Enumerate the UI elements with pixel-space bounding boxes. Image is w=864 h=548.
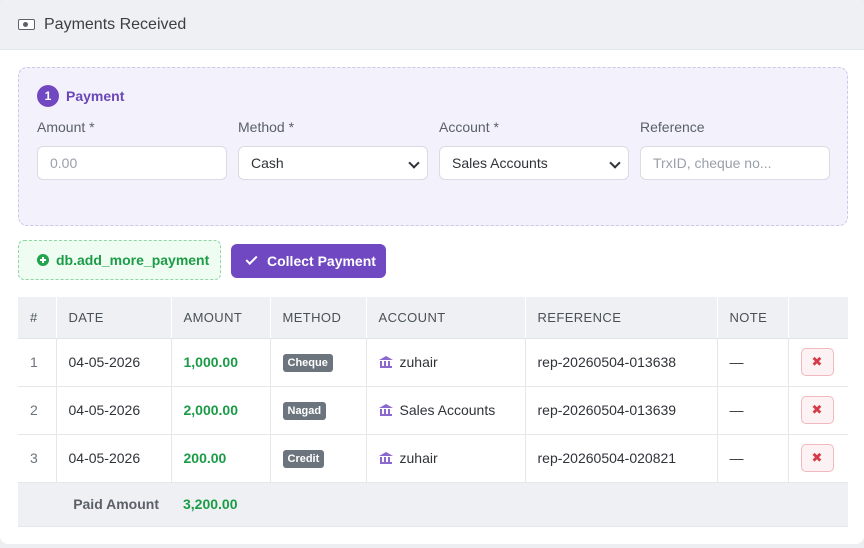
reference-input[interactable]: TrxID, cheque no... [640, 146, 830, 180]
column-header-note: NOTE [717, 297, 789, 339]
check-icon [245, 252, 258, 266]
total-amount: 3,200.00 [171, 482, 270, 527]
table-row: 1 04-05-2026 1,000.00 Cheque zuhair rep-… [18, 338, 848, 387]
table-row: 2 04-05-2026 2,000.00 Nagad Sales Accoun… [18, 386, 848, 435]
account-label: Account * [439, 119, 499, 135]
payments-table: # DATE AMOUNT METHOD ACCOUNT REFERENCE N… [18, 297, 848, 527]
method-select-value: Cash [251, 155, 284, 171]
column-header-amount: AMOUNT [171, 297, 271, 339]
total-spacer [18, 482, 56, 527]
row-date: 04-05-2026 [56, 434, 172, 483]
bank-icon [378, 356, 393, 368]
column-header-method: METHOD [270, 297, 367, 339]
row-note: — [717, 338, 789, 387]
payments-card: Payments Received 1 Payment Amount * 0.0… [0, 0, 864, 544]
row-account-cell: Sales Accounts [366, 386, 526, 435]
step-number-badge: 1 [37, 85, 59, 107]
row-reference: rep-20260504-013638 [525, 338, 718, 387]
chevron-down-icon [408, 157, 420, 169]
row-account: Sales Accounts [399, 402, 496, 418]
row-account-cell: zuhair [366, 434, 526, 483]
row-account: zuhair [399, 450, 438, 466]
column-header-account: ACCOUNT [366, 297, 526, 339]
row-account-cell: zuhair [366, 338, 526, 387]
bank-icon [378, 452, 393, 464]
account-field-group: Account * Sales Accounts [439, 119, 629, 180]
total-filler [270, 482, 848, 527]
page-title: Payments Received [44, 15, 187, 33]
money-icon [18, 19, 35, 30]
total-label: Paid Amount [56, 482, 171, 527]
row-number: 3 [18, 434, 57, 483]
account-select[interactable]: Sales Accounts [439, 146, 629, 180]
method-field-group: Method * Cash [238, 119, 428, 180]
bank-icon [378, 404, 393, 416]
row-amount: 2,000.00 [171, 386, 271, 435]
method-label: Method * [238, 119, 295, 135]
method-badge: Credit [282, 449, 325, 468]
column-header-actions [788, 297, 848, 339]
amount-input[interactable]: 0.00 [37, 146, 227, 180]
total-row: Paid Amount 3,200.00 [18, 482, 848, 527]
row-method-cell: Nagad [270, 386, 367, 435]
add-more-payment-button[interactable]: db.add_more_payment [18, 240, 221, 280]
method-badge: Nagad [282, 401, 327, 420]
reference-field-group: Reference TrxID, cheque no... [640, 119, 830, 180]
row-method-cell: Credit [270, 434, 367, 483]
row-amount: 1,000.00 [171, 338, 271, 387]
row-actions-cell: ✖ [788, 338, 848, 387]
method-badge: Cheque [282, 353, 333, 372]
row-note: — [717, 434, 789, 483]
row-number: 2 [18, 386, 57, 435]
row-reference: rep-20260504-020821 [525, 434, 718, 483]
column-header-reference: REFERENCE [525, 297, 718, 339]
row-date: 04-05-2026 [56, 386, 172, 435]
method-select[interactable]: Cash [238, 146, 428, 180]
reference-label: Reference [640, 119, 705, 135]
row-method-cell: Cheque [270, 338, 367, 387]
step-heading: 1 Payment [37, 85, 124, 107]
collect-payment-button[interactable]: Collect Payment [231, 244, 386, 278]
collect-payment-label: Collect Payment [267, 253, 376, 269]
table-row: 3 04-05-2026 200.00 Credit zuhair rep-20… [18, 434, 848, 483]
row-amount: 200.00 [171, 434, 271, 483]
chevron-down-icon [609, 157, 621, 169]
delete-row-button[interactable]: ✖ [800, 444, 834, 472]
account-select-value: Sales Accounts [452, 155, 548, 171]
table-header-row: # DATE AMOUNT METHOD ACCOUNT REFERENCE N… [18, 297, 848, 339]
card-header: Payments Received [0, 0, 864, 50]
row-actions-cell: ✖ [788, 386, 848, 435]
row-number: 1 [18, 338, 57, 387]
column-header-date: DATE [56, 297, 172, 339]
plus-circle-icon [37, 254, 49, 266]
amount-label: Amount * [37, 119, 95, 135]
row-date: 04-05-2026 [56, 338, 172, 387]
step-label: Payment [66, 88, 125, 104]
delete-row-button[interactable]: ✖ [800, 396, 834, 424]
delete-row-button[interactable]: ✖ [800, 348, 834, 376]
add-more-payment-label: db.add_more_payment [56, 252, 210, 268]
row-actions-cell: ✖ [788, 434, 848, 483]
row-account: zuhair [399, 354, 438, 370]
payment-form: 1 Payment Amount * 0.00 Method * Cash Ac… [18, 67, 848, 226]
row-reference: rep-20260504-013639 [525, 386, 718, 435]
amount-field-group: Amount * 0.00 [37, 119, 227, 180]
row-note: — [717, 386, 789, 435]
column-header-number: # [18, 297, 57, 339]
